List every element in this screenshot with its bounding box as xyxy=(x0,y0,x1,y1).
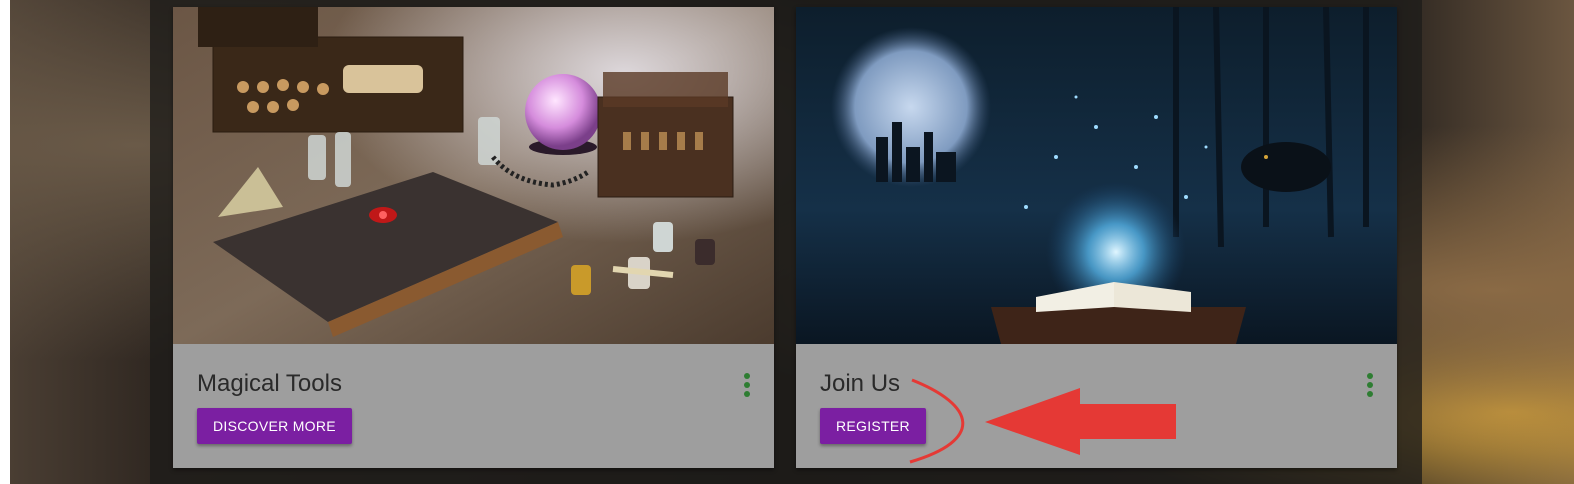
card-title: Join Us xyxy=(820,370,901,397)
card-title: Magical Tools xyxy=(197,370,342,397)
more-vert-icon[interactable] xyxy=(1367,373,1373,397)
discover-more-button[interactable]: DISCOVER MORE xyxy=(197,408,352,444)
card-join-us: Join Us REGISTER xyxy=(796,7,1397,468)
more-vert-icon[interactable] xyxy=(744,373,750,397)
card-magical-tools: Magical Tools DISCOVER MORE xyxy=(173,7,774,468)
register-button[interactable]: REGISTER xyxy=(820,408,926,444)
card-image-join-us xyxy=(796,7,1397,344)
card-image-magical-tools xyxy=(173,7,774,344)
